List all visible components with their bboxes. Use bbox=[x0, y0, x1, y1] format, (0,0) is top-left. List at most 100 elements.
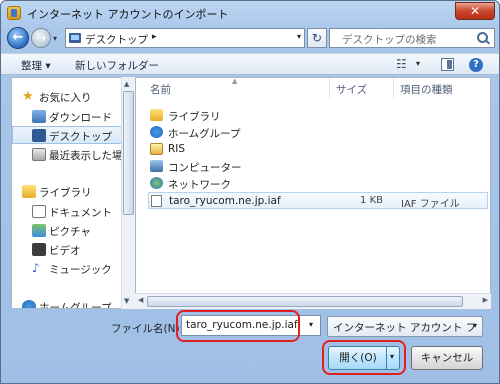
filetype-select[interactable]: インターネット アカウント フ ▾ bbox=[327, 316, 483, 337]
sidebar-item-homegroup[interactable]: ホームグループ bbox=[12, 298, 124, 309]
filename-input[interactable]: taro_ryucom.ne.jp.iaf bbox=[181, 315, 321, 336]
download-icon bbox=[32, 110, 46, 123]
sidebar-item-label: ビデオ bbox=[49, 245, 81, 257]
open-dropdown-icon[interactable]: ▾ bbox=[390, 352, 394, 361]
open-button-label: 開く(O) bbox=[339, 352, 377, 364]
preview-pane-icon[interactable] bbox=[441, 58, 454, 71]
file-row-libraries[interactable]: ライブラリ bbox=[148, 107, 488, 124]
app-icon bbox=[7, 6, 21, 20]
file-name: RIS bbox=[168, 143, 186, 155]
pictures-icon bbox=[32, 224, 46, 237]
column-divider[interactable] bbox=[393, 78, 394, 98]
sort-ascending-icon: ▲ bbox=[232, 77, 238, 85]
address-breadcrumb[interactable]: デスクトップ bbox=[85, 32, 148, 47]
sidebar-item-label: デスクトップ bbox=[49, 131, 112, 143]
filetype-dropdown-icon[interactable]: ▾ bbox=[473, 321, 477, 330]
sidebar-item-label: ダウンロード bbox=[49, 112, 112, 124]
filetype-value: インターネット アカウント フ bbox=[333, 322, 477, 334]
library-icon bbox=[22, 185, 36, 198]
column-divider[interactable] bbox=[329, 78, 330, 98]
sidebar-item-recent-places[interactable]: 最近表示した場所 bbox=[12, 146, 133, 164]
sidebar-item-label: ミュージック bbox=[49, 264, 112, 276]
homegroup-icon bbox=[150, 126, 163, 138]
file-icon bbox=[151, 195, 162, 207]
sidebar-item-label: ライブラリ bbox=[39, 187, 92, 199]
back-button[interactable]: ← bbox=[7, 27, 29, 49]
new-folder-button[interactable]: 新しいフォルダー bbox=[75, 58, 159, 73]
column-header-type[interactable]: 項目の種類 bbox=[400, 82, 453, 97]
library-icon bbox=[150, 109, 163, 121]
documents-icon bbox=[32, 205, 46, 218]
file-row-homegroup[interactable]: ホームグループ bbox=[148, 124, 488, 141]
title-bar: インターネット アカウントのインポート ✕ bbox=[1, 1, 499, 25]
horizontal-scrollbar[interactable]: ◀ ▶ bbox=[135, 293, 491, 309]
view-options-icon[interactable] bbox=[396, 57, 412, 71]
scroll-down-icon[interactable]: ▼ bbox=[124, 297, 129, 305]
help-icon[interactable]: ? bbox=[469, 58, 483, 72]
filename-label: ファイル名(N): bbox=[111, 323, 184, 335]
sidebar-scrollbar[interactable]: ▲ ▼ bbox=[121, 77, 135, 309]
file-row-network[interactable]: ネットワーク bbox=[148, 175, 488, 192]
sidebar-item-label: ドキュメント bbox=[49, 207, 112, 219]
file-name: ネットワーク bbox=[168, 179, 231, 191]
refresh-button[interactable]: ↻ bbox=[307, 28, 327, 48]
desktop-icon bbox=[69, 33, 81, 43]
scroll-left-icon[interactable]: ◀ bbox=[138, 296, 143, 304]
command-bar: 整理 ▾ 新しいフォルダー ▾ ? bbox=[1, 53, 499, 75]
column-header-name[interactable]: 名前 bbox=[150, 82, 171, 97]
scroll-up-icon[interactable]: ▲ bbox=[124, 80, 129, 88]
sidebar-item-music[interactable]: ♪ ミュージック bbox=[12, 260, 124, 278]
dialog-window: インターネット アカウントのインポート ✕ ← → ▾ デスクトップ ▸ ▾ ↻… bbox=[0, 0, 500, 384]
filename-value: taro_ryucom.ne.jp.iaf bbox=[186, 319, 298, 331]
sidebar-scroll-thumb[interactable] bbox=[123, 91, 134, 215]
video-icon bbox=[32, 243, 46, 256]
file-size: 1 KB bbox=[360, 195, 383, 206]
search-placeholder: デスクトップの検索 bbox=[342, 34, 437, 46]
computer-icon bbox=[150, 160, 163, 172]
forward-button[interactable]: → bbox=[31, 28, 51, 48]
desktop-icon bbox=[32, 129, 46, 142]
sidebar-item-favorites[interactable]: ★ お気に入り bbox=[12, 88, 124, 106]
search-input[interactable]: デスクトップの検索 bbox=[329, 28, 495, 48]
sidebar-item-libraries[interactable]: ライブラリ bbox=[12, 183, 124, 201]
homegroup-icon bbox=[22, 300, 36, 308]
file-list: 名前 ▲ サイズ 項目の種類 ライブラリ ホームグループ RIS コンピューター… bbox=[135, 77, 491, 309]
recent-pages-dropdown[interactable]: ▾ bbox=[53, 34, 57, 43]
sidebar-item-pictures[interactable]: ピクチャ bbox=[12, 222, 124, 240]
file-name: taro_ryucom.ne.jp.iaf bbox=[169, 195, 281, 207]
music-icon: ♪ bbox=[32, 261, 40, 275]
star-icon: ★ bbox=[22, 89, 34, 104]
column-header-size[interactable]: サイズ bbox=[336, 82, 367, 97]
open-split-divider bbox=[386, 347, 387, 369]
close-button[interactable]: ✕ bbox=[455, 2, 495, 20]
search-icon[interactable] bbox=[477, 32, 488, 43]
sidebar-item-downloads[interactable]: ダウンロード bbox=[12, 108, 124, 126]
breadcrumb-chevron-icon[interactable]: ▸ bbox=[152, 32, 157, 42]
window-title: インターネット アカウントのインポート bbox=[27, 8, 229, 21]
address-bar[interactable]: デスクトップ ▸ ▾ bbox=[65, 28, 305, 48]
sidebar-item-desktop[interactable]: デスクトップ bbox=[12, 126, 124, 144]
file-name: コンピューター bbox=[168, 162, 242, 174]
file-row-computer[interactable]: コンピューター bbox=[148, 158, 488, 175]
address-dropdown-icon[interactable]: ▾ bbox=[297, 32, 301, 41]
navigation-pane: ★ お気に入り ダウンロード デスクトップ 最近表示した場所 ライブラリ ドキュ… bbox=[11, 77, 135, 309]
sidebar-item-videos[interactable]: ビデオ bbox=[12, 241, 124, 259]
file-type: IAF ファイル bbox=[401, 199, 460, 210]
cancel-button[interactable]: キャンセル bbox=[411, 346, 483, 370]
sidebar-item-documents[interactable]: ドキュメント bbox=[12, 203, 124, 221]
sidebar-item-label: お気に入り bbox=[39, 92, 92, 104]
file-row-ris[interactable]: RIS bbox=[148, 141, 488, 158]
sidebar-item-label: ホームグループ bbox=[39, 302, 112, 309]
sidebar-item-label: ピクチャ bbox=[49, 226, 91, 238]
view-dropdown-icon[interactable]: ▾ bbox=[416, 59, 432, 73]
organize-button[interactable]: 整理 ▾ bbox=[21, 58, 51, 73]
file-name: ホームグループ bbox=[168, 128, 241, 140]
filename-dropdown-icon[interactable]: ▾ bbox=[309, 320, 313, 329]
network-icon bbox=[150, 177, 163, 189]
address-row: ← → ▾ デスクトップ ▸ ▾ ↻ デスクトップの検索 bbox=[1, 25, 499, 51]
scroll-right-icon[interactable]: ▶ bbox=[483, 296, 488, 304]
folder-user-icon bbox=[150, 143, 163, 155]
file-name: ライブラリ bbox=[168, 111, 221, 123]
file-row-iaf[interactable]: taro_ryucom.ne.jp.iaf 1 KB IAF ファイル bbox=[148, 192, 488, 210]
horizontal-scroll-thumb[interactable] bbox=[147, 296, 463, 307]
